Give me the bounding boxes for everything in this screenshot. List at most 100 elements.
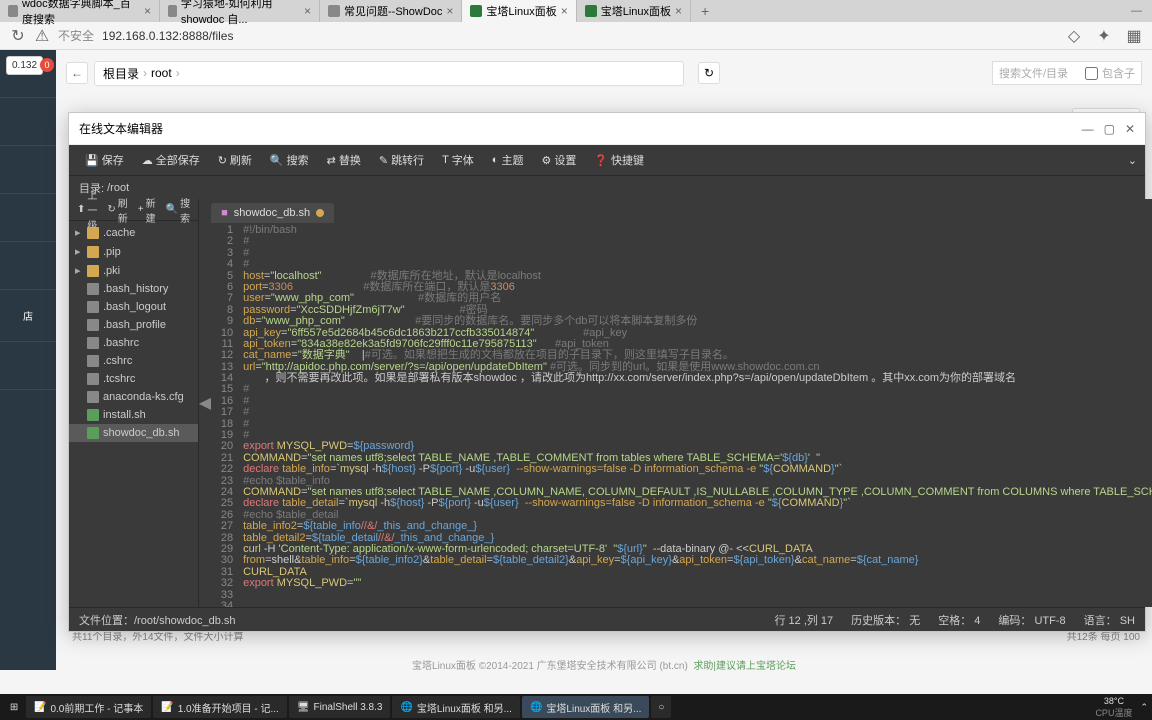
search-button[interactable]: 🔍 搜索: [262, 148, 317, 172]
unsaved-dot-icon: [316, 209, 324, 217]
replace-button[interactable]: ⇄ 替换: [319, 148, 369, 172]
search-button[interactable]: 🔍 搜索: [162, 193, 194, 227]
tree-item[interactable]: ▸.pip: [69, 242, 198, 261]
goto-button[interactable]: ✎ 跳转行: [371, 148, 432, 172]
close-icon[interactable]: ×: [675, 4, 682, 18]
nav-item[interactable]: [0, 98, 56, 146]
tree-item[interactable]: .cshrc: [69, 352, 198, 370]
minimize-icon[interactable]: —: [1082, 122, 1094, 136]
editor-toolbar: 💾 保存 ☁ 全部保存 ↻ 刷新 🔍 搜索 ⇄ 替换 ✎ 跳转行 T 字体 ◐ …: [69, 145, 1145, 175]
forum-link[interactable]: 求助|建议请上宝塔论坛: [693, 661, 796, 672]
tree-item[interactable]: .tcshrc: [69, 370, 198, 388]
include-subdirs-checkbox[interactable]: [1085, 67, 1098, 80]
shortcuts-button[interactable]: ❓ 快捷键: [586, 148, 652, 172]
history-label[interactable]: 历史版本： 无: [851, 612, 920, 628]
file-panel-toolbar: ⬆ 上一级 ↻ 刷新 + 新建 🔍 搜索: [69, 199, 198, 221]
close-icon[interactable]: ×: [446, 4, 453, 18]
line-numbers: 1234567891011121314151617181920212223242…: [211, 223, 239, 607]
editor-status-bar: 文件位置：/root/showdoc_db.sh 行 12 ,列 17 历史版本…: [69, 607, 1145, 631]
browser-tab[interactable]: 宝塔Linux面板×: [577, 0, 691, 22]
editor-window: 在线文本编辑器 — ▢ ✕ 💾 保存 ☁ 全部保存 ↻ 刷新 🔍 搜索 ⇄ 替换…: [68, 112, 1146, 632]
ip-badge: 0.132: [6, 56, 43, 75]
file-tree-panel: ⬆ 上一级 ↻ 刷新 + 新建 🔍 搜索 ▸.cache▸.pip▸.pki.b…: [69, 199, 199, 607]
chevron-up-icon[interactable]: ⌃: [1140, 702, 1148, 713]
browser-tab[interactable]: 常见问题--ShowDoc×: [320, 0, 462, 22]
tree-item[interactable]: .bash_profile: [69, 316, 198, 334]
start-button[interactable]: ⊞: [4, 696, 24, 718]
url-text[interactable]: 192.168.0.132:8888/files: [102, 29, 1058, 43]
settings-button[interactable]: ⚙ 设置: [533, 148, 584, 172]
security-label: 不安全: [58, 27, 94, 44]
tree-item[interactable]: showdoc_db.sh: [69, 424, 198, 442]
chevron-down-icon[interactable]: ⌄: [1128, 154, 1137, 167]
breadcrumb: ← 根目录› root› ↻ 搜索文件/目录 包含子: [66, 58, 1142, 88]
new-file-button[interactable]: + 新建: [134, 193, 160, 227]
extension-icon[interactable]: ✦: [1096, 28, 1112, 44]
tree-item[interactable]: anaconda-ks.cfg: [69, 388, 198, 406]
path-segments[interactable]: 根目录› root›: [94, 61, 684, 86]
file-tab[interactable]: ■ showdoc_db.sh: [211, 203, 334, 223]
taskbar-item[interactable]: 📝 1.0准备开始项目 - 记...: [153, 696, 287, 718]
close-icon[interactable]: ✕: [1125, 122, 1135, 136]
nav-item[interactable]: [0, 342, 56, 390]
editor-title-text: 在线文本编辑器: [79, 120, 163, 137]
favicon-icon: [585, 5, 597, 17]
save-button[interactable]: 💾 保存: [77, 148, 132, 172]
favicon-icon: [328, 5, 340, 17]
code-content[interactable]: #!/bin/bash###host="localhost" #数据库所在地址，…: [239, 223, 1152, 607]
minimize-icon[interactable]: —: [1121, 5, 1152, 17]
language-label[interactable]: 语言： SH: [1084, 612, 1135, 628]
tree-item[interactable]: .bash_history: [69, 280, 198, 298]
refresh-button[interactable]: ↻: [698, 62, 720, 84]
tree-item[interactable]: install.sh: [69, 406, 198, 424]
refresh-button[interactable]: ↻ 刷新: [103, 193, 131, 227]
browser-tab[interactable]: wdoc数据字典脚本_百度搜索×: [0, 0, 160, 22]
taskbar-item[interactable]: 🌐 宝塔Linux面板 和另...: [522, 696, 649, 718]
taskbar-item[interactable]: 📝 0.0前期工作 - 记事本: [26, 696, 151, 718]
search-input[interactable]: 搜索文件/目录 包含子: [992, 61, 1142, 85]
browser-tab[interactable]: 学习猿地-如何利用 showdoc 自...×: [160, 0, 320, 22]
warning-icon: ⚠: [34, 28, 50, 44]
browser-tab[interactable]: 宝塔Linux面板×: [462, 0, 576, 22]
favicon-icon: [8, 5, 18, 17]
taskbar-item[interactable]: ○: [651, 696, 671, 718]
page-footer: 宝塔Linux面板 ©2014-2021 广东堡塔安全技术有限公司 (bt.cn…: [56, 653, 1152, 676]
new-tab-button[interactable]: +: [691, 3, 719, 19]
browser-tab-bar: wdoc数据字典脚本_百度搜索× 学习猿地-如何利用 showdoc 自...×…: [0, 0, 1152, 22]
cursor-position: 行 12 ,列 17: [774, 612, 833, 628]
nav-item[interactable]: [0, 194, 56, 242]
bookmark-icon[interactable]: ◇: [1066, 28, 1082, 44]
checkbox-label: 包含子: [1102, 65, 1135, 81]
system-tray[interactable]: 38°C CPU温度 ⌃: [1095, 696, 1148, 719]
windows-taskbar: ⊞ 📝 0.0前期工作 - 记事本 📝 1.0准备开始项目 - 记... 🖥 F…: [0, 694, 1152, 720]
encoding-label[interactable]: 编码： UTF-8: [998, 612, 1065, 628]
taskbar-item[interactable]: 🖥 FinalShell 3.8.3: [289, 696, 391, 718]
font-button[interactable]: T 字体: [434, 148, 482, 172]
indent-label[interactable]: 空格： 4: [938, 612, 980, 628]
refresh-button[interactable]: ↻ 刷新: [210, 148, 260, 172]
notification-badge[interactable]: 0: [40, 58, 54, 72]
file-path-label: 文件位置：/root/showdoc_db.sh: [79, 612, 236, 628]
close-icon[interactable]: ×: [304, 4, 311, 18]
menu-icon[interactable]: ▦: [1126, 28, 1142, 44]
close-icon[interactable]: ×: [144, 4, 151, 18]
close-icon[interactable]: ×: [561, 4, 568, 18]
tree-item[interactable]: .bashrc: [69, 334, 198, 352]
favicon-icon: [168, 5, 177, 17]
panel-collapse-icon[interactable]: ◀: [199, 199, 211, 607]
save-all-button[interactable]: ☁ 全部保存: [134, 148, 208, 172]
nav-item[interactable]: [0, 242, 56, 290]
dir-row: 目录: /root: [69, 175, 1145, 199]
left-nav-stub: 店: [0, 50, 56, 670]
maximize-icon[interactable]: ▢: [1104, 122, 1115, 136]
tree-item[interactable]: .bash_logout: [69, 298, 198, 316]
reload-icon[interactable]: ↻: [10, 28, 26, 44]
file-tree: ▸.cache▸.pip▸.pki.bash_history.bash_logo…: [69, 221, 198, 444]
code-editor[interactable]: ■ showdoc_db.sh 123456789101112131415161…: [211, 199, 1152, 607]
taskbar-item[interactable]: 🌐 宝塔Linux面板 和另...: [392, 696, 519, 718]
nav-item[interactable]: [0, 146, 56, 194]
back-button[interactable]: ←: [66, 62, 88, 84]
theme-button[interactable]: ◐ 主题: [484, 148, 532, 172]
tree-item[interactable]: ▸.pki: [69, 261, 198, 280]
nav-item[interactable]: 店: [0, 290, 56, 342]
